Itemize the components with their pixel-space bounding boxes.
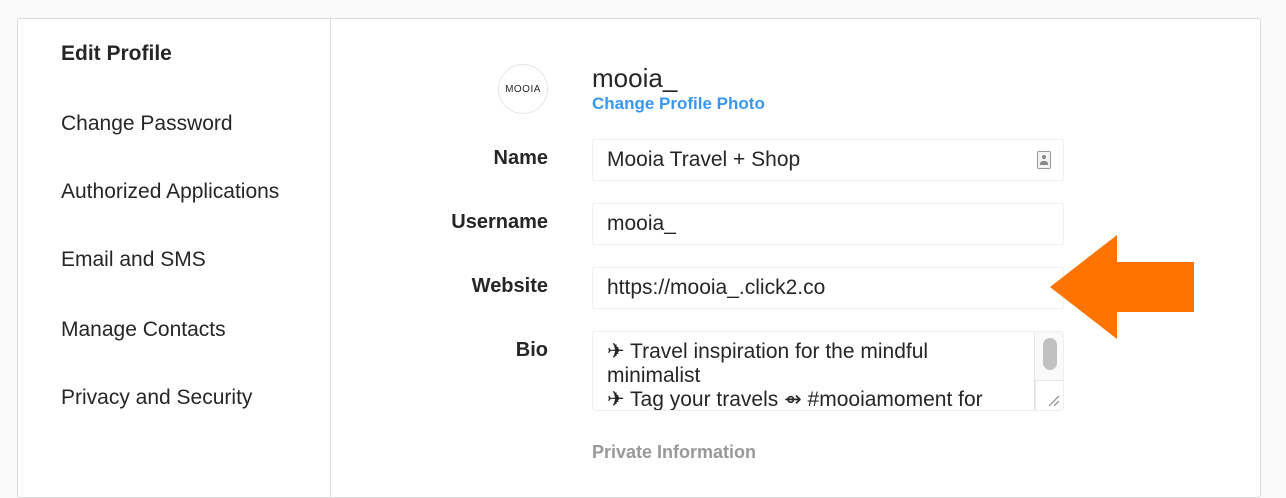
sidebar-item-change-password[interactable]: Change Password [61, 111, 233, 137]
annotation-arrow-icon [1050, 235, 1194, 339]
bio-line: ✈ Tag your travels ⇴ #mooiamoment for [607, 388, 983, 411]
bio-label: Bio [515, 339, 548, 361]
sidebar-item-edit-profile[interactable]: Edit Profile [61, 41, 172, 67]
username-field-value: mooia_ [607, 212, 676, 235]
change-profile-photo-link[interactable]: Change Profile Photo [592, 94, 765, 114]
website-label: Website [471, 275, 548, 297]
private-information-heading: Private Information [592, 442, 757, 462]
settings-sidebar: Edit Profile Change Password Authorized … [18, 19, 331, 497]
username-field[interactable]: mooia_ [592, 203, 1064, 245]
name-field[interactable]: Mooia Travel + Shop [592, 139, 1064, 181]
resize-handle-icon[interactable] [1035, 380, 1063, 410]
username-label: Username [451, 211, 548, 233]
website-field-value: https://mooia_.click2.co [607, 276, 826, 299]
avatar-logo-text: MOOIA [505, 83, 541, 95]
contact-card-icon[interactable] [1037, 151, 1051, 169]
bio-textarea[interactable]: ✈ Travel inspiration for the mindful min… [592, 331, 1064, 411]
name-label: Name [493, 147, 548, 169]
name-field-value: Mooia Travel + Shop [607, 148, 801, 171]
sidebar-item-manage-contacts[interactable]: Manage Contacts [61, 317, 226, 343]
bio-line: minimalist [607, 364, 701, 387]
avatar[interactable]: MOOIA [498, 64, 548, 114]
scrollbar-thumb[interactable] [1043, 338, 1057, 370]
sidebar-item-email-and-sms[interactable]: Email and SMS [61, 247, 206, 273]
website-field[interactable]: https://mooia_.click2.co [592, 267, 1064, 309]
sidebar-item-privacy-and-security[interactable]: Privacy and Security [61, 385, 252, 411]
profile-username: mooia_ [592, 63, 678, 93]
bio-text: ✈ Travel inspiration for the mindful min… [607, 340, 1027, 411]
bio-line: ✈ Travel inspiration for the mindful [607, 340, 929, 363]
sidebar-item-authorized-applications[interactable]: Authorized Applications [61, 179, 279, 205]
